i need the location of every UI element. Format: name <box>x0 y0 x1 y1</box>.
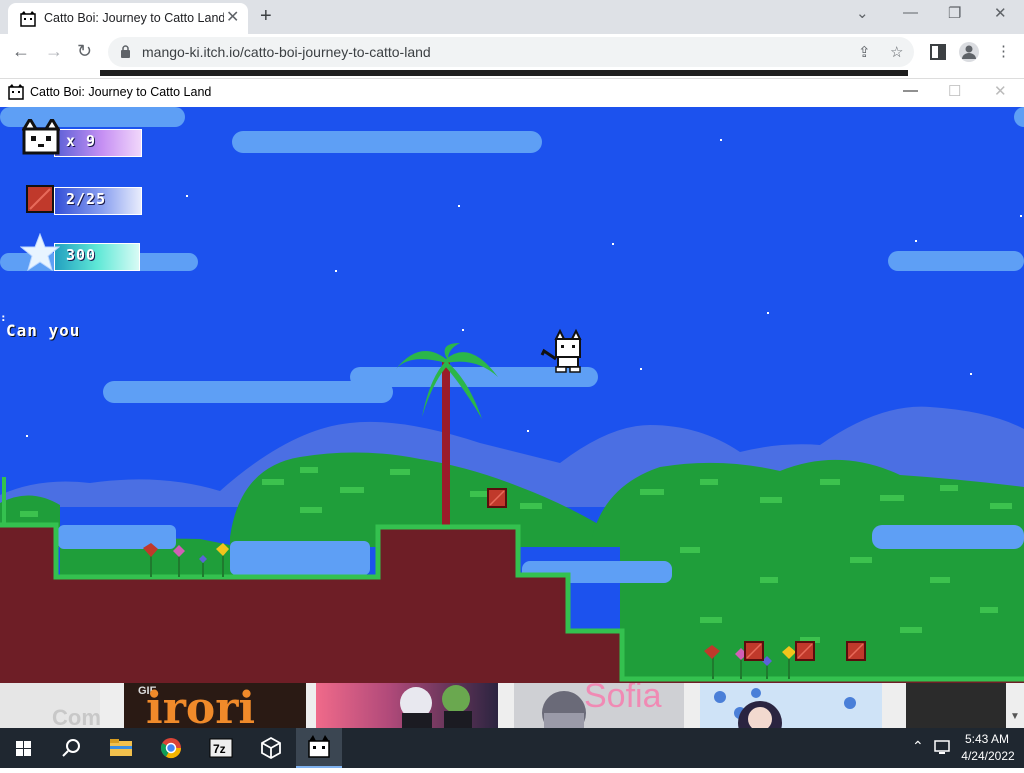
browser-tab[interactable]: Catto Boi: Journey to Catto Land ✕ <box>8 3 248 34</box>
cat-app-icon <box>308 735 330 758</box>
tab-title: Catto Boi: Journey to Catto Land <box>44 11 224 25</box>
profile-avatar-icon[interactable] <box>958 41 980 63</box>
gems-counter: 2/25 <box>66 190 107 208</box>
file-explorer-button[interactable] <box>98 728 144 768</box>
game-window-titlebar: Catto Boi: Journey to Catto Land — ☐ ✕ <box>0 78 1024 107</box>
lives-count: x 9 <box>66 132 97 150</box>
3d-cube-icon <box>261 736 281 760</box>
cat-lives-icon <box>22 119 60 155</box>
share-icon[interactable]: ⇪ <box>858 43 871 61</box>
browser-toolbar: ← → ↻ mango-ki.itch.io/catto-boi-journey… <box>0 34 1024 70</box>
thumbnail-1-label: Com <box>52 705 100 728</box>
catto-boi-player <box>540 328 582 373</box>
7zip-button[interactable]: 7z <box>198 728 244 768</box>
game-window-title: Catto Boi: Journey to Catto Land <box>30 85 212 99</box>
tab-close-icon[interactable]: ✕ <box>226 9 239 27</box>
minimize-icon[interactable]: — <box>903 4 918 21</box>
chrome-icon <box>160 738 182 759</box>
game-canvas[interactable]: x 9 2/25 300 : Can you <box>0 107 1024 683</box>
clock-time[interactable]: 5:43 AM <box>962 732 1012 746</box>
thumbnail-1[interactable]: Com <box>0 683 100 728</box>
network-icon[interactable] <box>934 740 952 756</box>
restore-icon[interactable]: ❐ <box>948 4 961 22</box>
search-icon <box>62 739 80 757</box>
address-bar[interactable]: mango-ki.itch.io/catto-boi-journey-to-ca… <box>108 37 914 67</box>
new-tab-button[interactable]: + <box>260 5 272 27</box>
windows-logo-icon <box>16 741 31 756</box>
7zip-icon: 7z <box>209 738 233 758</box>
side-panel-icon[interactable] <box>930 44 946 60</box>
clouds <box>0 107 1024 403</box>
svg-text:7z: 7z <box>213 742 226 756</box>
red-gem-icon <box>26 185 54 213</box>
search-button[interactable] <box>48 728 94 768</box>
forward-arrow-icon[interactable]: → <box>45 41 63 61</box>
star-score-icon <box>20 233 60 271</box>
related-games-strip: Com GIF irori Sofia ▼ <box>0 683 1024 728</box>
thumbnail-2[interactable]: GIF irori <box>124 683 306 728</box>
menu-kebab-icon[interactable]: ⋮ <box>996 42 1011 60</box>
thumbnail-3[interactable] <box>316 683 498 728</box>
game-maximize-button[interactable]: ☐ <box>948 82 961 100</box>
bookmark-star-icon[interactable]: ☆ <box>890 43 903 61</box>
close-window-icon[interactable]: ✕ <box>994 4 1007 22</box>
game-minimize-button[interactable]: — <box>903 82 918 99</box>
catto-boi-taskbar-button[interactable] <box>296 728 342 768</box>
flower-character-art-icon <box>714 688 856 728</box>
tab-search-chevron-icon[interactable]: ⌄ <box>856 4 869 22</box>
scroll-down-arrow-icon[interactable]: ▼ <box>1010 711 1020 722</box>
thumbnail-4-label: Sofia <box>584 683 662 715</box>
3d-viewer-button[interactable] <box>248 728 294 768</box>
start-button[interactable] <box>0 728 46 768</box>
windows-taskbar: 7z ⌃ 5:43 AM 4/24/2022 <box>0 728 1024 768</box>
thumbnail-4[interactable]: Sofia <box>514 683 684 728</box>
folder-icon <box>110 739 132 756</box>
page-header-strip <box>0 70 1024 76</box>
score-value: 300 <box>66 246 97 264</box>
reload-icon[interactable]: ↻ <box>77 41 92 61</box>
lock-icon <box>121 45 130 58</box>
browser-tab-bar: Catto Boi: Journey to Catto Land ✕ + ⌄ —… <box>0 0 1024 34</box>
chrome-button[interactable] <box>148 728 194 768</box>
tray-chevron-up-icon[interactable]: ⌃ <box>912 738 924 755</box>
thumbnail-5[interactable] <box>700 683 882 728</box>
thumbnail-2-label: irori <box>146 683 256 729</box>
cat-favicon-icon <box>20 11 36 27</box>
anime-characters-art-icon <box>400 685 472 728</box>
dialog-text: Can you <box>6 321 81 340</box>
game-scene <box>0 107 1024 683</box>
game-close-button[interactable]: ✕ <box>994 82 1007 100</box>
clock-date[interactable]: 4/24/2022 <box>956 749 1020 763</box>
back-arrow-icon[interactable]: ← <box>12 41 30 61</box>
cat-app-icon <box>8 84 24 100</box>
thumbnail-6[interactable] <box>906 683 1006 728</box>
url-text: mango-ki.itch.io/catto-boi-journey-to-ca… <box>142 44 431 60</box>
